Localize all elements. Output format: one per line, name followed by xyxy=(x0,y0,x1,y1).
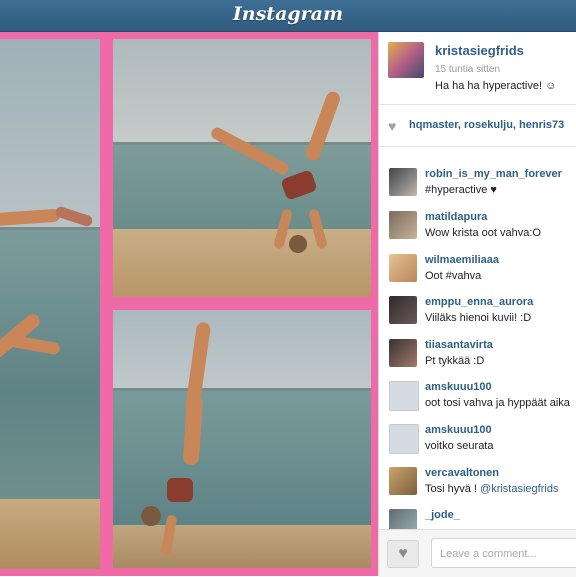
author-avatar[interactable] xyxy=(388,42,424,78)
commenter-avatar[interactable] xyxy=(389,381,419,411)
post-caption: Ha ha ha hyperactive! ☺ xyxy=(435,80,557,92)
comment-username[interactable]: tiiasantavirta xyxy=(425,339,493,351)
comment-username[interactable]: wilmaemiliaaa xyxy=(425,254,499,266)
photo-panel-top xyxy=(113,39,371,297)
comment-text: Oot #vahva xyxy=(425,270,482,282)
commenter-avatar[interactable] xyxy=(389,211,417,239)
comment-text: Viiläks hienoi kuvii! :D xyxy=(425,312,532,324)
heart-icon: ♥ xyxy=(388,118,397,134)
comment-item: amskuuu100 voitko seurata xyxy=(379,422,576,464)
comments-sidebar: kristasiegfrids 15 tuntia sitten Ha ha h… xyxy=(378,32,576,577)
commenter-avatar[interactable] xyxy=(389,254,417,282)
comment-username[interactable]: amskuuu100 xyxy=(425,424,492,436)
likes-row: ♥ hqmaster, rosekulju, henris73 xyxy=(379,104,576,147)
app-header: Instagram xyxy=(0,0,576,32)
comment-item: amskuuu100 oot tosi vahva ja hyppäät aik… xyxy=(379,379,576,421)
comment-item: matildapura Wow krista oot vahva:O xyxy=(379,209,576,251)
comment-text: #hyperactive ♥ xyxy=(425,184,497,196)
commenter-avatar[interactable] xyxy=(389,467,417,495)
author-username[interactable]: kristasiegfrids xyxy=(435,43,524,58)
comment-text: voitko seurata xyxy=(425,440,494,452)
comment-item: vercavaltonen Tosi hyvä ! @kristasiegfri… xyxy=(379,465,576,507)
comment-item: tiiasantavirta Pt tykkää :D xyxy=(379,337,576,379)
likers-list[interactable]: hqmaster, rosekulju, henris73 xyxy=(409,119,564,131)
commenter-avatar[interactable] xyxy=(389,168,417,196)
comment-username[interactable]: amskuuu100 xyxy=(425,381,492,393)
comment-text: Pt tykkää :D xyxy=(425,355,485,367)
post-photo[interactable] xyxy=(0,32,378,576)
post-time: 15 tuntia sitten xyxy=(435,64,501,75)
comment-input[interactable]: Leave a comment... xyxy=(431,538,576,568)
comment-item: emppu_enna_aurora Viiläks hienoi kuvii! … xyxy=(379,294,576,336)
comment-text: Wow krista oot vahva:O xyxy=(425,227,541,239)
like-button[interactable]: ♥ xyxy=(387,540,419,568)
comment-footer: ♥ Leave a comment... xyxy=(379,529,576,577)
comment-item: wilmaemiliaaa Oot #vahva xyxy=(379,252,576,294)
comment-username[interactable]: _jode_ xyxy=(425,509,460,521)
instagram-logo[interactable]: Instagram xyxy=(0,3,576,25)
heart-icon: ♥ xyxy=(398,545,408,562)
commenter-avatar[interactable] xyxy=(389,296,417,324)
comment-username[interactable]: matildapura xyxy=(425,211,487,223)
comment-mention[interactable]: @kristasiegfrids xyxy=(480,483,558,495)
comment-text: Tosi hyvä ! @kristasiegfrids xyxy=(425,483,559,495)
post-author: kristasiegfrids 15 tuntia sitten Ha ha h… xyxy=(379,32,576,105)
comment-item: robin_is_my_man_forever #hyperactive ♥ xyxy=(379,166,576,208)
commenter-avatar[interactable] xyxy=(389,339,417,367)
comment-username[interactable]: emppu_enna_aurora xyxy=(425,296,533,308)
comment-username[interactable]: vercavaltonen xyxy=(425,467,499,479)
comment-username[interactable]: robin_is_my_man_forever xyxy=(425,168,562,180)
photo-panel-bottom xyxy=(113,310,371,568)
photo-panel-left xyxy=(0,39,100,569)
commenter-avatar[interactable] xyxy=(389,424,419,454)
comment-text: oot tosi vahva ja hyppäät aika xyxy=(425,397,570,409)
